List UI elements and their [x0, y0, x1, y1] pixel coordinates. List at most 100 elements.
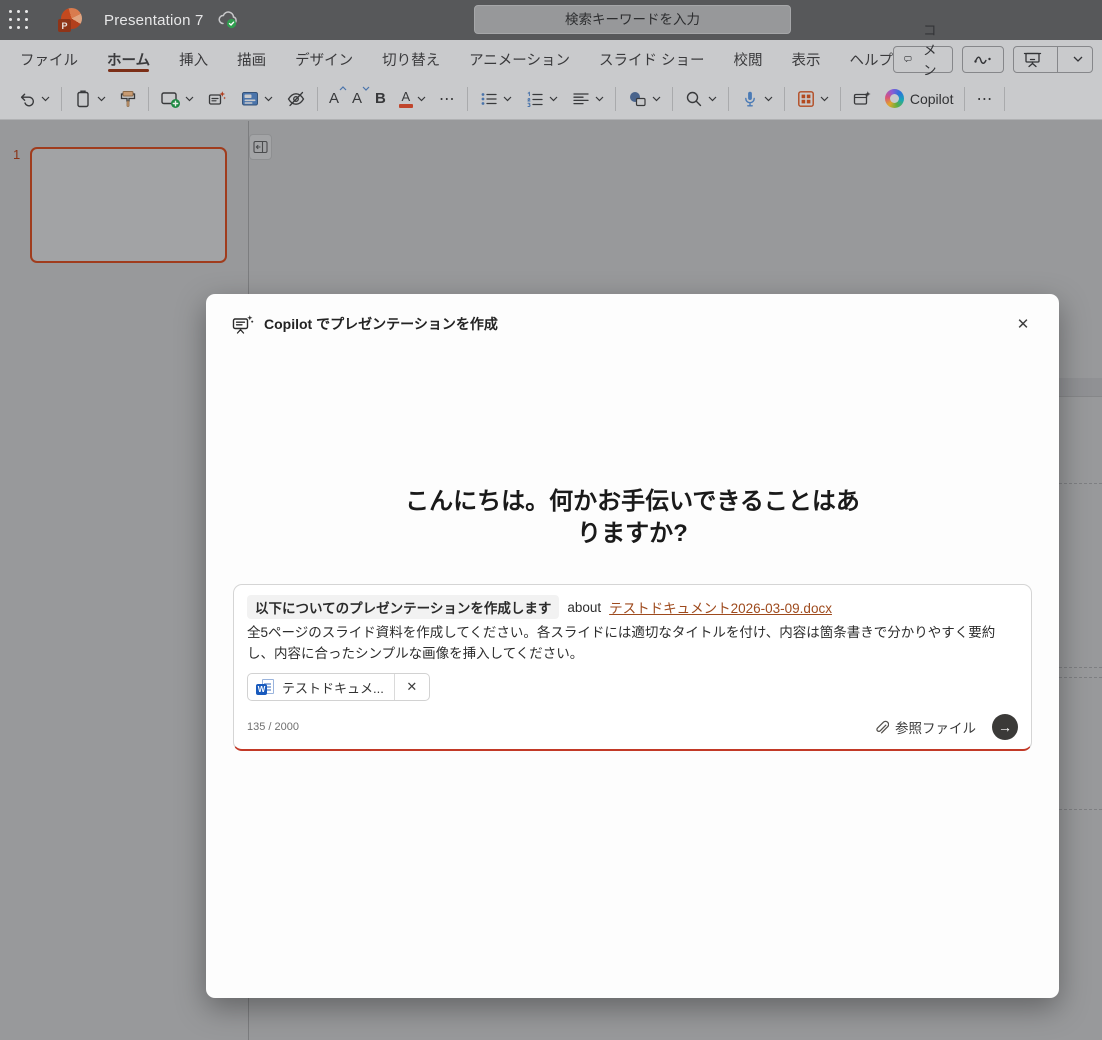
menu-animations[interactable]: アニメーション — [469, 40, 570, 78]
menu-transitions[interactable]: 切り替え — [382, 40, 440, 78]
dialog-title: Copilot でプレゼンテーションを作成 — [264, 316, 498, 332]
submit-button[interactable]: → — [992, 714, 1018, 740]
copilot-label: Copilot — [909, 90, 954, 107]
find-button[interactable] — [679, 86, 722, 112]
increase-font-button[interactable]: A — [324, 86, 347, 109]
format-painter-button[interactable] — [114, 86, 142, 112]
reference-files-button[interactable]: 参照ファイル — [872, 717, 976, 737]
chevron-down-icon[interactable] — [764, 96, 773, 102]
attachment-chip[interactable]: W テストドキュメ... ✕ — [247, 673, 430, 701]
menu-help[interactable]: ヘルプ — [850, 40, 894, 78]
menu-draw[interactable]: 描画 — [237, 40, 266, 78]
prompt-footer: 135 / 2000 参照ファイル → — [247, 714, 1018, 740]
menu-view[interactable]: 表示 — [792, 40, 821, 78]
undo-icon — [20, 92, 35, 106]
chevron-down-icon[interactable] — [503, 96, 512, 102]
split-divider — [1056, 46, 1058, 72]
chevron-down-icon[interactable] — [595, 96, 604, 102]
paste-button[interactable] — [68, 86, 111, 112]
menu-insert[interactable]: 挿入 — [179, 40, 208, 78]
reuse-slides-button[interactable] — [202, 86, 232, 112]
menu-file[interactable]: ファイル — [20, 40, 78, 78]
slide-layout-button[interactable] — [235, 86, 278, 112]
menu-design[interactable]: デザイン — [295, 40, 353, 78]
reuse-slides-icon — [208, 90, 226, 105]
copilot-icon — [884, 89, 904, 108]
chevron-down-icon[interactable] — [820, 96, 829, 102]
shapes-button[interactable] — [622, 86, 666, 112]
menu-bar: ファイル ホーム 挿入 描画 デザイン 切り替え アニメーション スライド ショ… — [0, 23, 1102, 98]
save-status-icon — [216, 9, 240, 31]
chevron-down-icon[interactable] — [97, 96, 106, 102]
clipboard-icon — [77, 90, 89, 107]
word-file-icon: W — [256, 679, 274, 695]
search-input[interactable] — [474, 5, 791, 34]
shapes-icon — [629, 91, 646, 106]
comments-button[interactable]: コメント — [893, 23, 953, 98]
ribbon-toolbar: A A B A ⋯ Copilot ⋯ — [0, 78, 1102, 120]
layout-icon — [242, 91, 258, 105]
dialog-header: Copilot でプレゼンテーションを作成 ✕ — [232, 306, 1037, 342]
bold-button[interactable]: B — [370, 88, 391, 109]
close-button[interactable]: ✕ — [1009, 310, 1037, 338]
hide-slide-button[interactable] — [281, 86, 311, 112]
align-text-icon — [573, 92, 589, 104]
present-dropdown[interactable] — [1064, 47, 1092, 72]
microphone-icon — [744, 91, 755, 106]
chevron-down-icon[interactable] — [264, 96, 273, 102]
prompt-first-line: 以下についてのプレゼンテーションを作成します about テストドキュメント20… — [247, 595, 1018, 619]
create-presentation-icon — [232, 314, 254, 334]
new-slide-button[interactable] — [155, 86, 199, 112]
numbering-button[interactable] — [520, 86, 563, 112]
align-button[interactable] — [566, 86, 609, 112]
app-launcher-button[interactable] — [8, 9, 30, 31]
remove-attachment-button[interactable]: ✕ — [395, 674, 429, 700]
copilot-button[interactable]: Copilot — [880, 86, 959, 111]
undo-button[interactable] — [12, 86, 55, 112]
char-count: 135 / 2000 — [247, 721, 299, 733]
new-slide-icon — [161, 91, 180, 108]
bullet-list-icon — [481, 92, 497, 105]
menu-slideshow[interactable]: スライド ショー — [599, 40, 705, 78]
present-split-button[interactable] — [1012, 45, 1093, 73]
decrease-font-button[interactable]: A — [347, 86, 370, 109]
prompt-type-badge: 以下についてのプレゼンテーションを作成します — [247, 595, 560, 619]
slide-thumbnail[interactable] — [30, 147, 227, 263]
paperclip-icon — [876, 720, 889, 733]
present-screen-icon — [1023, 52, 1041, 67]
font-color-button[interactable]: A — [394, 87, 431, 111]
chevron-down-icon — [1073, 56, 1082, 62]
designer-button[interactable] — [847, 86, 877, 112]
chevron-down-icon[interactable] — [185, 96, 194, 102]
prompt-input-card[interactable]: 以下についてのプレゼンテーションを作成します about テストドキュメント20… — [233, 584, 1032, 751]
comment-icon — [904, 56, 912, 62]
dictate-button[interactable] — [735, 86, 778, 112]
more-font-options-button[interactable]: ⋯ — [434, 86, 461, 112]
bullets-button[interactable] — [474, 86, 517, 112]
caret-down-icon — [362, 86, 370, 91]
menu-review[interactable]: 校閲 — [734, 40, 763, 78]
slide-number: 1 — [13, 147, 21, 162]
copilot-dialog: Copilot でプレゼンテーションを作成 ✕ こんにちは。何かお手伝いできるこ… — [206, 294, 1059, 998]
chevron-down-icon[interactable] — [41, 96, 50, 102]
present-button[interactable] — [1014, 47, 1051, 72]
document-title[interactable]: Presentation 7 — [104, 12, 204, 29]
numbered-list-icon — [527, 90, 543, 107]
editing-mode-button[interactable] — [961, 45, 1004, 73]
powerpoint-logo-letter: P — [58, 19, 71, 32]
chevron-down-icon[interactable] — [708, 96, 717, 102]
chevron-down-icon[interactable] — [549, 96, 558, 102]
font-color-icon: A — [398, 90, 413, 108]
powerpoint-icon[interactable]: P — [58, 8, 82, 32]
chevron-down-icon[interactable] — [652, 96, 661, 102]
search-icon — [686, 91, 702, 106]
reference-files-label: 参照ファイル — [895, 721, 976, 736]
slide-sorter-button[interactable] — [791, 86, 834, 112]
ribbon-overflow-button[interactable]: ⋯ — [971, 86, 998, 112]
designer-icon — [853, 90, 871, 105]
prompt-text[interactable]: 全5ページのスライド資料を作成してください。各スライドには適切なタイトルを付け、… — [247, 623, 1018, 664]
chevron-down-icon[interactable] — [417, 96, 426, 102]
referenced-file-link[interactable]: テストドキュメント2026-03-09.docx — [609, 597, 832, 617]
menu-home[interactable]: ホーム — [107, 40, 150, 78]
caret-up-icon — [339, 86, 347, 91]
